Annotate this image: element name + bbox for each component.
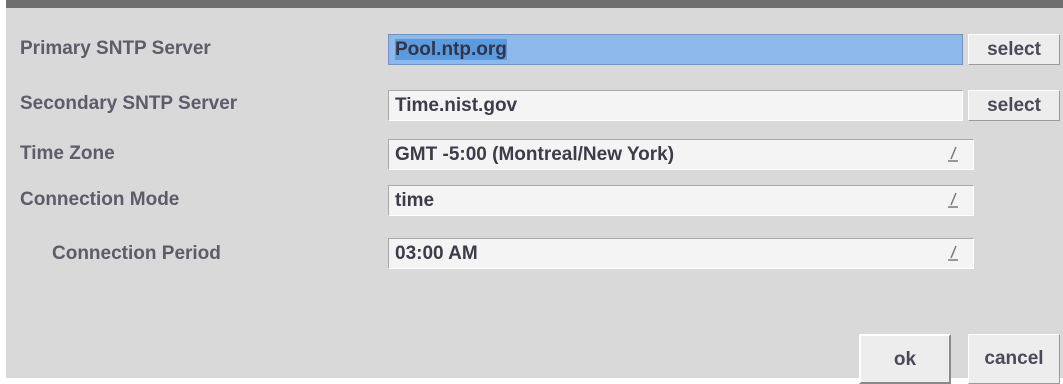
secondary-sntp-label: Secondary SNTP Server [20, 93, 238, 114]
primary-sntp-select-button[interactable]: select [968, 34, 1060, 65]
sntp-settings-dialog: Primary SNTP Server Pool.ntp.org select … [6, 0, 1063, 384]
dropdown-arrow-icon [948, 192, 958, 208]
connection-mode-label: Connection Mode [20, 189, 180, 210]
secondary-sntp-select-button[interactable]: select [968, 90, 1060, 121]
secondary-sntp-input[interactable]: Time.nist.gov [388, 90, 963, 121]
primary-sntp-input[interactable]: Pool.ntp.org [388, 34, 963, 65]
primary-sntp-value: Pool.ntp.org [395, 39, 507, 60]
connection-period-value: 03:00 AM [395, 243, 478, 264]
time-zone-select[interactable]: GMT -5:00 (Montreal/New York) [388, 139, 974, 170]
dropdown-arrow-icon [948, 245, 958, 261]
dropdown-arrow-icon [948, 146, 958, 162]
connection-mode-value: time [395, 190, 435, 211]
ok-button[interactable]: ok [859, 334, 951, 384]
connection-mode-select[interactable]: time [388, 185, 974, 216]
secondary-sntp-value: Time.nist.gov [395, 95, 518, 116]
time-zone-value: GMT -5:00 (Montreal/New York) [395, 144, 675, 165]
primary-sntp-label: Primary SNTP Server [20, 38, 211, 59]
connection-period-select[interactable]: 03:00 AM [388, 238, 974, 269]
cancel-button[interactable]: cancel [968, 334, 1060, 384]
connection-period-label: Connection Period [52, 243, 221, 264]
time-zone-label: Time Zone [20, 143, 115, 164]
